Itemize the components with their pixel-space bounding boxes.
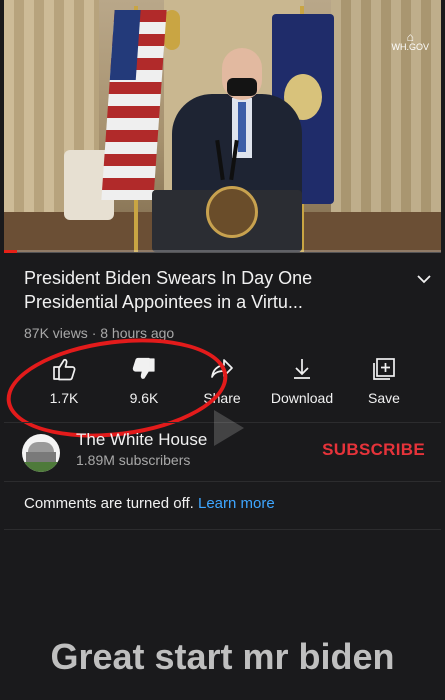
channel-name[interactable]: The White House xyxy=(76,430,207,450)
share-label: Share xyxy=(203,390,241,406)
save-button[interactable]: Save xyxy=(344,356,424,410)
watermark-label: WH.GOV xyxy=(391,42,430,52)
like-count: 1.7K xyxy=(49,390,79,406)
chevron-down-icon[interactable] xyxy=(415,270,433,288)
learn-more-link[interactable]: Learn more xyxy=(198,495,275,512)
subscriber-count: 1.89M subscribers xyxy=(76,452,191,468)
video-progress-fill xyxy=(4,250,18,253)
share-button[interactable]: Share xyxy=(182,356,262,410)
meme-caption: Great start mr biden xyxy=(50,636,395,677)
thumbs-up-icon xyxy=(53,358,76,381)
thumbs-down-icon xyxy=(132,357,155,379)
video-player[interactable]: ⌂ WH.GOV xyxy=(4,0,441,252)
dislike-button[interactable]: 9.6K xyxy=(104,356,184,410)
download-label: Download xyxy=(270,390,334,406)
play-icon xyxy=(214,410,244,446)
video-progress-bar[interactable] xyxy=(4,250,441,253)
white-house-watermark: ⌂ WH.GOV xyxy=(391,30,430,52)
add-to-playlist-icon xyxy=(373,358,395,380)
download-icon xyxy=(294,359,310,379)
action-row: 1.7K 9.6K Share Download Save xyxy=(30,356,425,416)
divider xyxy=(4,481,441,482)
video-podium-seal xyxy=(206,186,258,238)
video-us-flag xyxy=(101,10,167,200)
video-microphones xyxy=(214,139,244,181)
comments-off-text: Comments are turned off. xyxy=(24,495,194,512)
comments-status: Comments are turned off. Learn more xyxy=(24,495,275,512)
video-title[interactable]: President Biden Swears In Day One Presid… xyxy=(24,266,404,314)
video-sconce xyxy=(164,10,180,50)
channel-avatar[interactable] xyxy=(22,434,60,472)
like-button[interactable]: 1.7K xyxy=(24,356,104,410)
divider xyxy=(4,529,441,530)
save-label: Save xyxy=(368,390,400,406)
dislike-count: 9.6K xyxy=(129,390,159,406)
video-speaker xyxy=(227,78,257,96)
subscribe-button[interactable]: SUBSCRIBE xyxy=(322,440,425,460)
download-button[interactable]: Download xyxy=(262,356,342,410)
video-meta: 87K views · 8 hours ago xyxy=(24,325,175,341)
share-icon xyxy=(211,359,233,378)
